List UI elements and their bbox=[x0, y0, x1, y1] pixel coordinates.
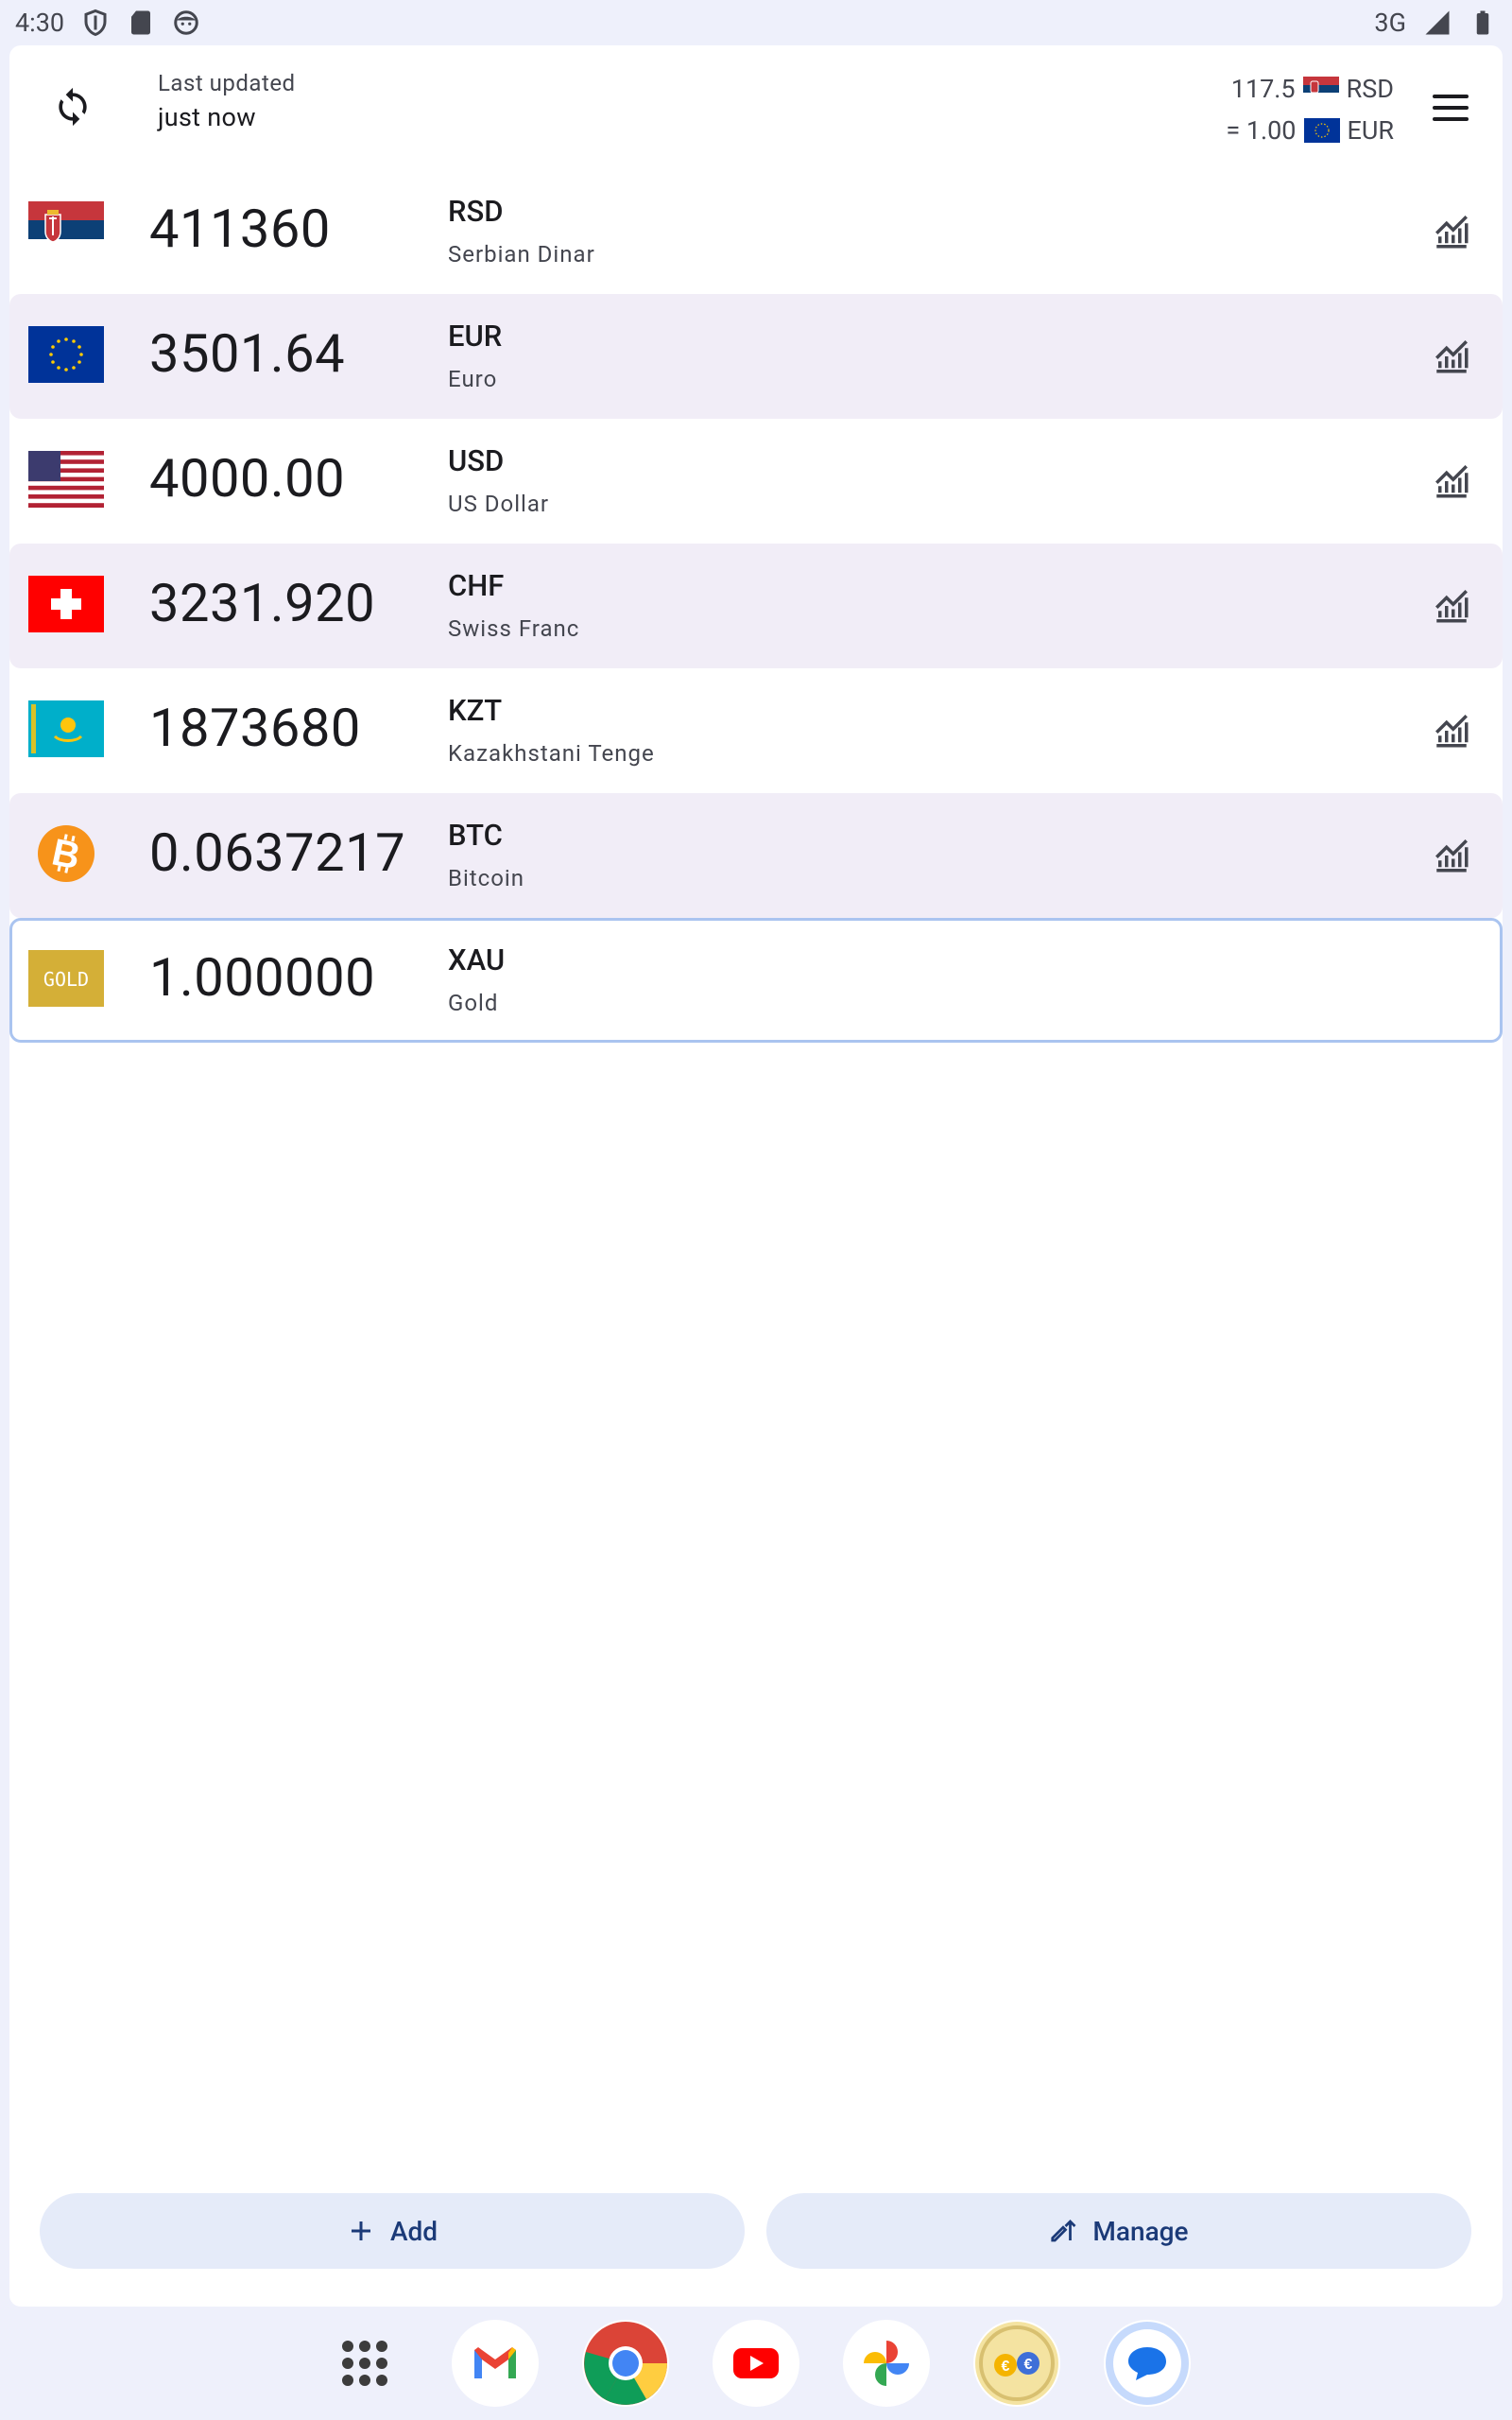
chart-icon bbox=[1435, 340, 1469, 373]
battery-icon bbox=[1469, 9, 1497, 37]
rate-from-value: 117.5 bbox=[1230, 74, 1296, 104]
add-button[interactable]: Add bbox=[40, 2193, 745, 2269]
menu-icon-bar bbox=[1433, 117, 1469, 121]
chart-icon bbox=[1435, 216, 1469, 249]
eu-flag bbox=[28, 326, 104, 383]
menu-button[interactable] bbox=[1427, 89, 1474, 127]
chart-button[interactable] bbox=[1429, 710, 1474, 752]
gmail-icon[interactable] bbox=[452, 2320, 539, 2407]
rate-from-code: RSD bbox=[1346, 74, 1394, 104]
currency-amount[interactable]: 3501.64 bbox=[149, 322, 345, 385]
chart-button[interactable] bbox=[1429, 835, 1474, 876]
serbia-flag-icon bbox=[1302, 77, 1339, 101]
currency-row-kzt[interactable]: 1873680 KZT Kazakhstani Tenge bbox=[9, 668, 1503, 793]
add-button-label: Add bbox=[389, 2215, 438, 2247]
currency-amount[interactable]: 0.0637217 bbox=[149, 821, 405, 884]
app-dock: € € bbox=[0, 2316, 1512, 2411]
currency-name: Swiss Franc bbox=[448, 615, 580, 642]
currency-amount[interactable]: 3231.920 bbox=[149, 572, 375, 634]
refresh-button[interactable] bbox=[49, 83, 96, 130]
currency-name: Kazakhstani Tenge bbox=[448, 740, 655, 767]
rate-to-value: = 1.00 bbox=[1226, 115, 1297, 146]
menu-icon-bar bbox=[1433, 106, 1469, 110]
photos-icon[interactable] bbox=[843, 2320, 930, 2407]
currency-code: USD bbox=[448, 443, 505, 478]
chart-button[interactable] bbox=[1429, 336, 1474, 377]
status-bar: 4:30 3G bbox=[0, 0, 1512, 45]
currency-name: Bitcoin bbox=[448, 865, 524, 891]
currency-code: EUR bbox=[448, 319, 503, 354]
bitcoin-icon: B bbox=[28, 825, 104, 882]
signal-icon bbox=[1423, 9, 1452, 37]
currency-code: RSD bbox=[448, 194, 504, 229]
currency-code: BTC bbox=[448, 818, 503, 853]
gold-label: GOLD bbox=[43, 968, 89, 991]
currency-row-xau[interactable]: GOLD 1.000000 XAU Gold bbox=[9, 918, 1503, 1043]
app-window: Last updated just now 117.5 RSD = 1.00 E… bbox=[9, 45, 1503, 2307]
chart-button[interactable] bbox=[1429, 460, 1474, 502]
menu-icon-bar bbox=[1433, 95, 1469, 98]
currency-name: Serbian Dinar bbox=[448, 241, 595, 268]
svg-text:€: € bbox=[1002, 2359, 1010, 2375]
status-time: 4:30 bbox=[15, 8, 65, 38]
currency-amount[interactable]: 4000.00 bbox=[149, 447, 345, 510]
shield-icon bbox=[81, 9, 110, 37]
currency-name: US Dollar bbox=[448, 491, 550, 517]
currency-row-chf[interactable]: 3231.920 CHF Swiss Franc bbox=[9, 544, 1503, 668]
face-icon bbox=[172, 9, 200, 37]
youtube-icon[interactable] bbox=[713, 2320, 799, 2407]
currency-converter-icon[interactable]: € € bbox=[973, 2320, 1060, 2407]
edit-sort-icon bbox=[1051, 2220, 1076, 2242]
header: Last updated just now 117.5 RSD = 1.00 E… bbox=[9, 45, 1503, 166]
kazakhstan-flag bbox=[28, 700, 104, 757]
swiss-flag bbox=[28, 576, 104, 632]
currency-code: KZT bbox=[448, 693, 503, 728]
currency-amount[interactable]: 1.000000 bbox=[149, 946, 375, 1009]
chart-icon bbox=[1435, 839, 1469, 873]
chart-icon bbox=[1435, 715, 1469, 748]
chart-icon bbox=[1435, 590, 1469, 623]
gold-icon: GOLD bbox=[28, 950, 104, 1007]
sd-card-icon bbox=[127, 9, 155, 37]
chrome-icon[interactable] bbox=[582, 2320, 669, 2407]
currency-row-btc[interactable]: B 0.0637217 BTC Bitcoin bbox=[9, 793, 1503, 918]
chart-button[interactable] bbox=[1429, 211, 1474, 252]
exchange-rate: 117.5 RSD = 1.00 EUR bbox=[1148, 68, 1394, 151]
last-updated: Last updated just now bbox=[158, 70, 296, 132]
chart-icon bbox=[1435, 465, 1469, 498]
currency-row-usd[interactable]: 4000.00 USD US Dollar bbox=[9, 419, 1503, 544]
eu-flag-icon bbox=[1303, 118, 1340, 143]
manage-button[interactable]: Manage bbox=[766, 2193, 1471, 2269]
bottom-actions: Add Manage bbox=[9, 2193, 1503, 2269]
us-flag bbox=[28, 451, 104, 508]
currency-code: XAU bbox=[448, 942, 506, 977]
currency-list: 411360 RSD Serbian Dinar 3501.64 EUR Eur… bbox=[9, 169, 1503, 1043]
chart-button[interactable] bbox=[1429, 585, 1474, 627]
refresh-icon bbox=[59, 87, 87, 127]
currency-amount[interactable]: 411360 bbox=[149, 198, 331, 260]
currency-name: Euro bbox=[448, 366, 498, 392]
serbia-flag bbox=[28, 201, 104, 258]
rate-to-code: EUR bbox=[1347, 115, 1395, 146]
currency-code: CHF bbox=[448, 568, 505, 603]
manage-button-label: Manage bbox=[1092, 2215, 1189, 2247]
app-drawer-icon[interactable] bbox=[321, 2320, 408, 2407]
svg-text:€: € bbox=[1024, 2357, 1033, 2373]
last-updated-value: just now bbox=[158, 102, 256, 132]
messages-icon[interactable] bbox=[1104, 2320, 1191, 2407]
last-updated-label: Last updated bbox=[158, 70, 296, 96]
currency-row-rsd[interactable]: 411360 RSD Serbian Dinar bbox=[9, 169, 1503, 294]
plus-icon bbox=[351, 2221, 370, 2240]
network-type: 3G bbox=[1374, 8, 1406, 38]
currency-name: Gold bbox=[448, 990, 499, 1016]
currency-amount[interactable]: 1873680 bbox=[149, 697, 361, 759]
currency-row-eur[interactable]: 3501.64 EUR Euro bbox=[9, 294, 1503, 419]
